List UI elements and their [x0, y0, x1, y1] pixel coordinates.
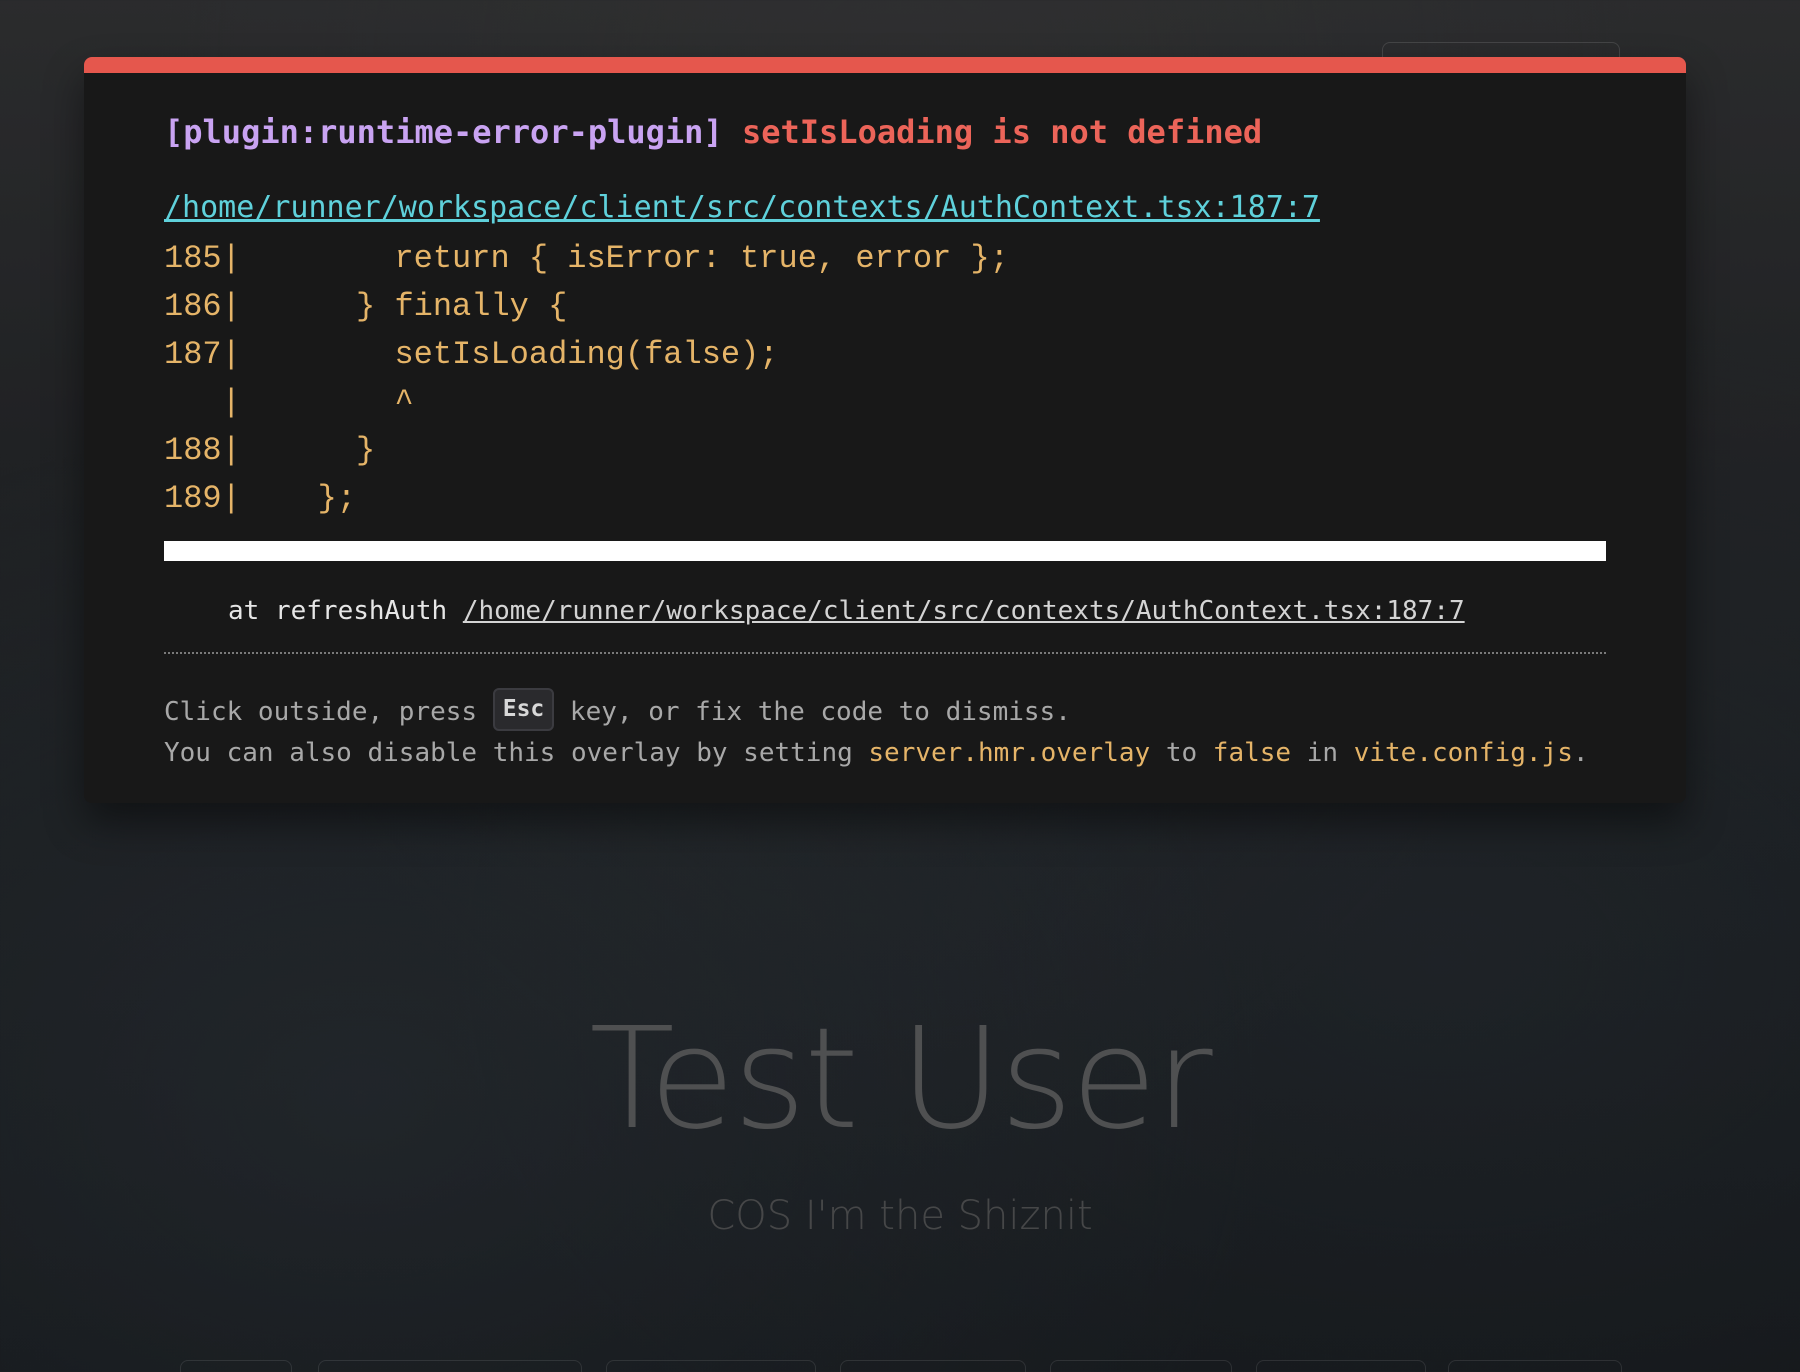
code-line: 186| } finally {: [164, 283, 1009, 331]
error-file-link[interactable]: /home/runner/workspace/client/src/contex…: [164, 193, 1320, 223]
stack-prefix: at refreshAuth: [228, 596, 463, 626]
code-line: 189| };: [164, 475, 1009, 523]
tip-divider: [164, 652, 1606, 654]
line-gutter: 186|: [164, 288, 241, 325]
line-code: };: [240, 480, 357, 517]
tip-text: key, or fix the code to dismiss.: [554, 697, 1071, 727]
error-header: [plugin:runtime-error-plugin] setIsLoadi…: [164, 116, 1262, 148]
tip-text: to: [1150, 738, 1213, 768]
line-code: setIsLoading(false);: [240, 336, 779, 373]
plugin-tag: [plugin:runtime-error-plugin]: [164, 113, 723, 151]
esc-key: Esc: [492, 688, 555, 731]
tip-text: Click outside, press: [164, 697, 493, 727]
dismiss-tip: Click outside, press Esc key, or fix the…: [164, 688, 1071, 734]
code-line: | ^: [164, 379, 1009, 427]
line-gutter: 187|: [164, 336, 241, 373]
config-setting: server.hmr.overlay: [868, 738, 1151, 768]
config-file: vite.config.js: [1353, 738, 1573, 768]
line-gutter: 188|: [164, 432, 241, 469]
config-value: false: [1212, 738, 1292, 768]
tip-text: .: [1572, 738, 1589, 768]
line-gutter: 189|: [164, 480, 241, 517]
disable-overlay-tip: You can also disable this overlay by set…: [164, 740, 1589, 766]
code-frame: 185| return { isError: true, error }; 186…: [164, 235, 1009, 523]
stack-file-link[interactable]: /home/runner/workspace/client/src/contex…: [463, 596, 1465, 626]
line-code: } finally {: [240, 288, 568, 325]
caret-marker: ^: [240, 384, 414, 421]
line-gutter: |: [164, 384, 241, 421]
error-overlay-panel: [plugin:runtime-error-plugin] setIsLoadi…: [84, 57, 1686, 803]
stack-divider: [164, 541, 1606, 561]
line-code: return { isError: true, error };: [240, 240, 1009, 277]
line-gutter: 185|: [164, 240, 241, 277]
code-line: 185| return { isError: true, error };: [164, 235, 1009, 283]
stack-frame: at refreshAuth /home/runner/workspace/cl…: [228, 598, 1465, 624]
error-message: setIsLoading is not defined: [741, 113, 1263, 151]
line-code: }: [240, 432, 376, 469]
tip-text: in: [1291, 738, 1354, 768]
tip-text: You can also disable this overlay by set…: [164, 738, 869, 768]
code-line: 188| }: [164, 427, 1009, 475]
code-line: 187| setIsLoading(false);: [164, 331, 1009, 379]
